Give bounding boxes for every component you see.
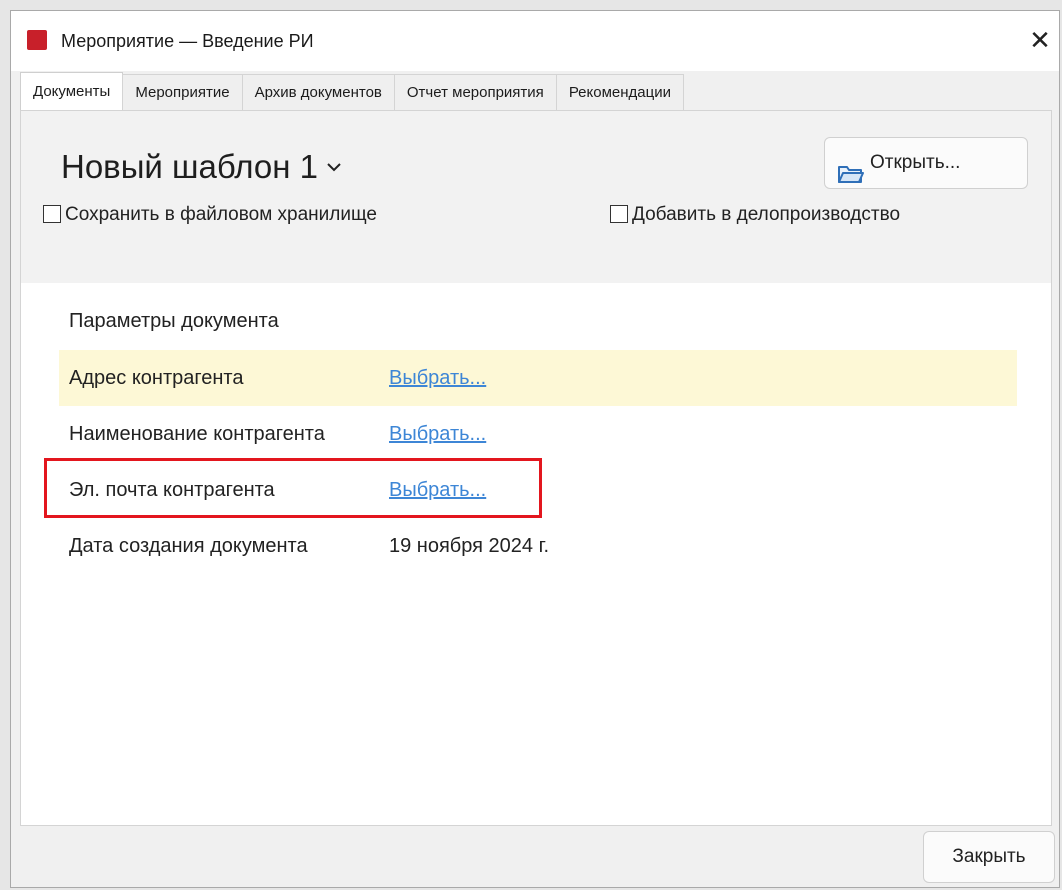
section-title: Параметры документа [69, 310, 279, 332]
window-title: Мероприятие — Введение РИ [61, 31, 314, 51]
close-icon[interactable]: ✕ [1023, 23, 1057, 57]
documents-panel: Новый шаблон 1 Открыть... Сохранить в фа… [20, 110, 1052, 826]
save-to-storage-label: Сохранить в файловом хранилище [65, 204, 377, 225]
param-row-name: Наименование контрагента Выбрать... [59, 406, 1017, 462]
param-row-created-date: Дата создания документа 19 ноября 2024 г… [59, 518, 1017, 574]
tab-event-report[interactable]: Отчет мероприятия [393, 74, 557, 110]
select-name-link[interactable]: Выбрать... [389, 422, 486, 446]
annotation-highlight-frame [44, 458, 542, 518]
param-label: Наименование контрагента [69, 423, 325, 445]
dialog-window: Мероприятие — Введение РИ ✕ Документы Ме… [10, 10, 1060, 888]
param-label: Адрес контрагента [69, 367, 244, 389]
open-button-label: Открыть... [870, 152, 961, 173]
checkbox-box [610, 205, 628, 223]
select-address-link[interactable]: Выбрать... [389, 366, 486, 390]
add-to-records-label: Добавить в делопроизводство [632, 204, 901, 225]
app-logo-icon [27, 30, 47, 50]
param-label: Дата создания документа [69, 535, 308, 557]
tab-recommendations[interactable]: Рекомендации [555, 74, 684, 110]
folder-icon [837, 154, 865, 204]
chevron-down-icon [326, 141, 342, 181]
open-button[interactable]: Открыть... [824, 137, 1028, 189]
tab-document-archive[interactable]: Архив документов [241, 74, 395, 110]
close-button[interactable]: Закрыть [923, 831, 1055, 883]
template-name: Новый шаблон 1 [61, 148, 319, 185]
template-dropdown[interactable]: Новый шаблон 1 [61, 141, 342, 187]
checkbox-box [43, 205, 61, 223]
tab-event[interactable]: Мероприятие [122, 74, 243, 110]
template-panel: Новый шаблон 1 Открыть... Сохранить в фа… [21, 111, 1051, 283]
created-date-value: 19 ноября 2024 г. [389, 535, 549, 557]
tab-bar: Документы Мероприятие Архив документов О… [20, 72, 684, 110]
param-row-address: Адрес контрагента Выбрать... [59, 350, 1017, 406]
tab-documents[interactable]: Документы [20, 72, 124, 110]
title-bar: Мероприятие — Введение РИ ✕ [11, 11, 1059, 71]
